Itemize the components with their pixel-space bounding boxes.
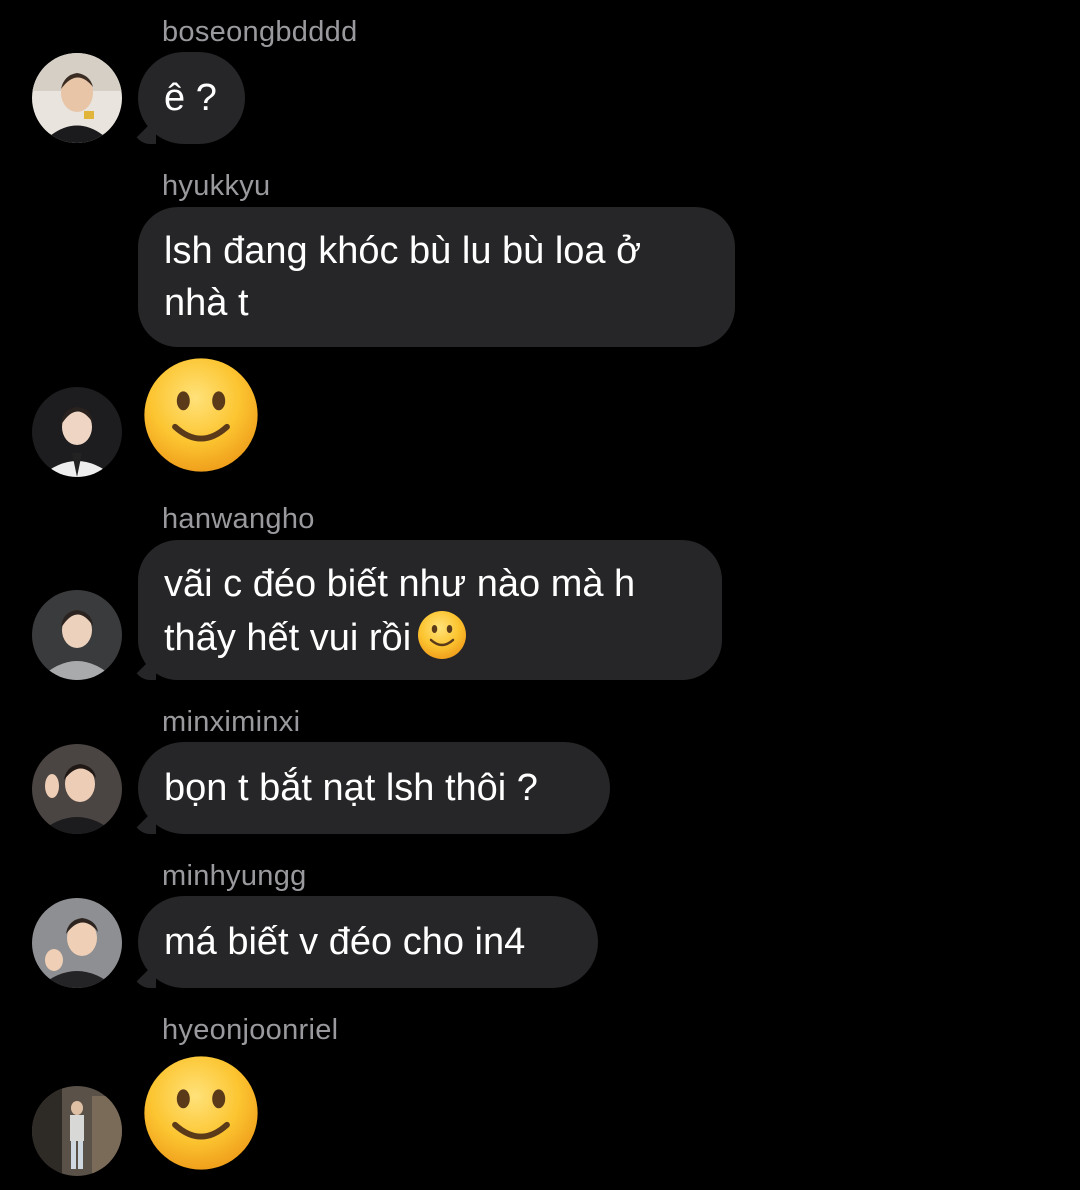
sender-username[interactable]: boseongbdddd	[162, 15, 358, 49]
message-text-line: thấy hết vui rồi	[164, 610, 696, 664]
sender-username[interactable]: hyukkyu	[162, 169, 271, 203]
message-text: thấy hết vui rồi	[164, 617, 412, 659]
avatar[interactable]	[32, 387, 122, 477]
slightly-smiling-face-emoji[interactable]	[142, 356, 260, 474]
slightly-smiling-face-emoji	[417, 610, 468, 660]
avatar-photo	[32, 1086, 122, 1176]
avatar[interactable]	[32, 1086, 122, 1176]
avatar[interactable]	[32, 744, 122, 834]
avatar-photo	[32, 744, 122, 834]
sender-username[interactable]: minximinxi	[162, 705, 300, 739]
sender-username[interactable]: minhyungg	[162, 859, 307, 893]
avatar[interactable]	[32, 590, 122, 680]
message-bubble[interactable]: má biết v đéo cho in4	[130, 896, 598, 988]
slightly-smiling-face-emoji[interactable]	[142, 1054, 260, 1172]
message-bubble[interactable]: lsh đang khóc bù lu bù loa ở nhà t	[138, 207, 735, 347]
avatar-photo	[32, 898, 122, 988]
avatar-photo	[32, 387, 122, 477]
avatar-photo	[32, 590, 122, 680]
message-text-line: nhà t	[164, 282, 249, 324]
sender-username[interactable]: hyeonjoonriel	[162, 1013, 338, 1047]
message-bubble[interactable]: vãi c đéo biết như nào mà h thấy hết vui…	[130, 540, 722, 680]
message-bubble[interactable]: ê ?	[130, 52, 245, 144]
message-text: má biết v đéo cho in4	[164, 921, 526, 963]
message-bubble[interactable]: bọn t bắt nạt lsh thôi ?	[130, 742, 610, 834]
sender-username[interactable]: hanwangho	[162, 502, 315, 536]
message-text: ê ?	[164, 77, 217, 119]
avatar[interactable]	[32, 53, 122, 143]
avatar-photo	[32, 53, 122, 143]
message-text-line: lsh đang khóc bù lu bù loa ở	[164, 230, 642, 272]
avatar[interactable]	[32, 898, 122, 988]
message-text-line: vãi c đéo biết như nào mà h	[164, 563, 636, 605]
message-text: bọn t bắt nạt lsh thôi ?	[164, 767, 538, 809]
